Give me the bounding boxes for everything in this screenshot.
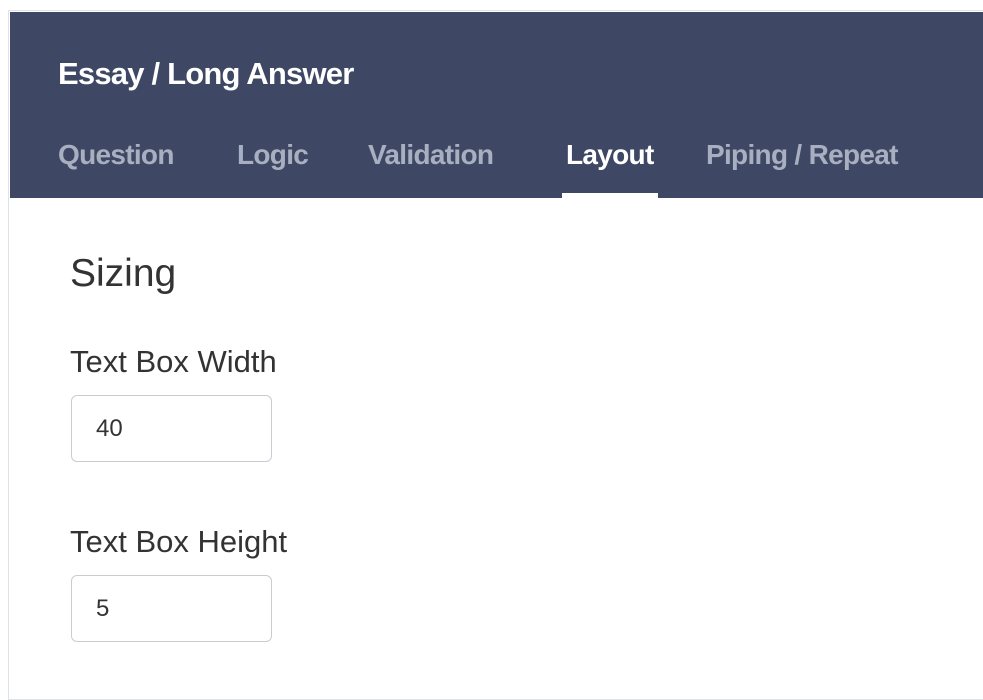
tab-piping-repeat-label: Piping / Repeat xyxy=(706,139,898,170)
text-box-height-label: Text Box Height xyxy=(70,524,288,559)
tab-question-label: Question xyxy=(58,139,174,170)
tab-question[interactable]: Question xyxy=(58,138,174,198)
dialog-title: Essay / Long Answer xyxy=(58,56,354,91)
tab-validation[interactable]: Validation xyxy=(368,138,494,198)
tab-logic-label: Logic xyxy=(237,139,309,170)
text-box-width-label: Text Box Width xyxy=(70,344,277,379)
sizing-heading: Sizing xyxy=(70,252,177,295)
tab-layout-label: Layout xyxy=(566,139,654,170)
text-box-width-input[interactable] xyxy=(71,395,272,462)
tab-piping-repeat[interactable]: Piping / Repeat xyxy=(706,138,898,198)
text-box-height-input[interactable] xyxy=(71,575,272,642)
active-tab-indicator xyxy=(562,193,658,198)
tab-validation-label: Validation xyxy=(368,139,494,170)
dialog-header: Essay / Long Answer Question Logic Valid… xyxy=(10,12,983,198)
tab-logic[interactable]: Logic xyxy=(237,138,309,198)
tab-layout[interactable]: Layout xyxy=(562,138,658,198)
